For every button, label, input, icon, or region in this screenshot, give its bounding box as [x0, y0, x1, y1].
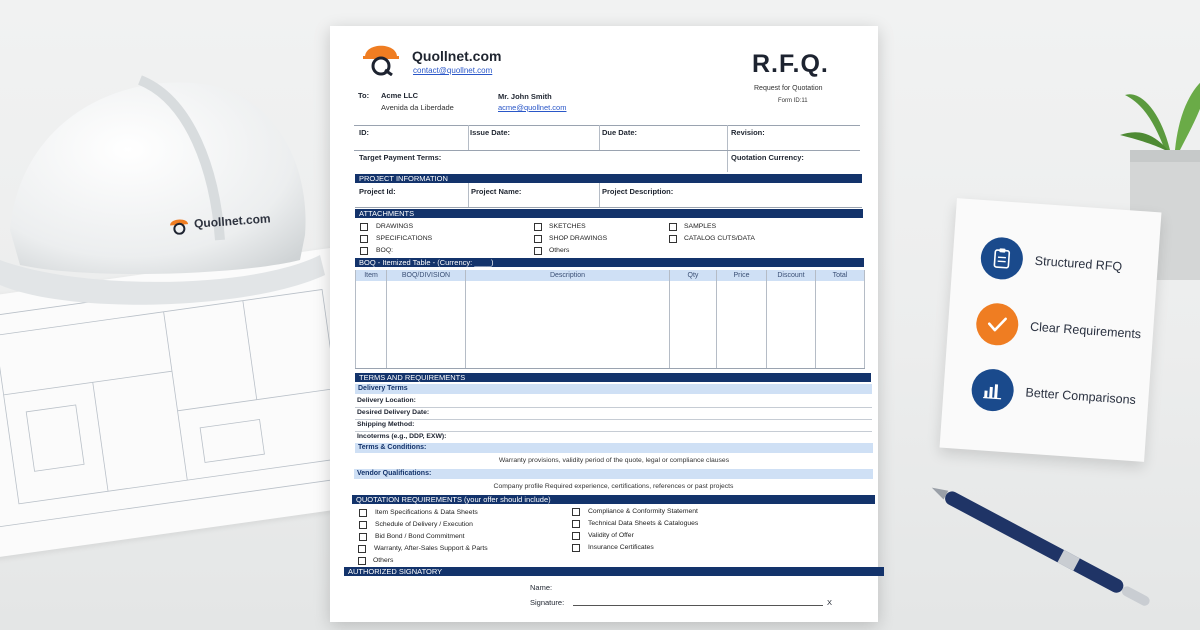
checkbox-label: Others [549, 247, 570, 254]
clipboard-icon [979, 236, 1025, 281]
feature-better-comparisons: Better Comparisons [970, 367, 1137, 421]
hard-hat-logo-text: Quollnet.com [193, 211, 272, 231]
signatory-name-label: Name: [530, 583, 553, 592]
checkbox-label: BOQ: [376, 247, 393, 254]
check-icon [974, 301, 1020, 347]
signatory-heading: AUTHORIZED SIGNATORY [344, 567, 884, 576]
checkbox-specifications[interactable] [360, 235, 368, 243]
form-id: Form ID:11 [778, 98, 808, 104]
delivery-location-label: Delivery Location: [357, 397, 416, 404]
checkbox-bid-bond[interactable] [359, 533, 367, 541]
signature-line[interactable] [573, 605, 823, 606]
checkbox-label: Compliance & Conformity Statement [588, 508, 698, 515]
checkbox-quotation-others[interactable] [358, 557, 366, 565]
brand-name: Quollnet.com [412, 48, 502, 64]
vendor-qualifications-text: Company profile Required experience, cer… [493, 483, 734, 490]
signature-x-mark: X [827, 598, 833, 607]
boq-col-item: Item [356, 270, 386, 281]
checkbox-label: CATALOG CUTS/DATA [684, 235, 755, 242]
signatory-signature-label: Signature: [530, 598, 565, 607]
contact-email-link[interactable]: acme@quollnet.com [498, 103, 566, 112]
attachments-heading: ATTACHMENTS [355, 209, 863, 218]
checkbox-boq[interactable] [360, 247, 368, 255]
checkbox-label: Warranty, After-Sales Support & Parts [374, 545, 488, 552]
rfq-subtitle: Request for Quotation [754, 85, 823, 92]
checkbox-label: SHOP DRAWINGS [549, 235, 608, 242]
boq-col-total: Total [816, 270, 864, 281]
boq-col-description: Description [466, 270, 669, 281]
field-target-payment: Target Payment Terms: [359, 153, 442, 162]
rfq-sheet: Quollnet.com contact@quollnet.com R.F.Q.… [330, 26, 884, 622]
checkbox-label: Others [373, 557, 394, 564]
checkbox-drawings[interactable] [360, 223, 368, 231]
feature-card: Structured RFQ Clear Requirements Better… [939, 198, 1162, 462]
checkbox-label: SKETCHES [549, 223, 586, 230]
checkbox-label: SAMPLES [684, 223, 717, 230]
checkbox-validity[interactable] [572, 532, 580, 540]
to-address: Avenida da Liberdade [381, 103, 454, 112]
checkbox-item-specs[interactable] [359, 509, 367, 517]
checkbox-samples[interactable] [669, 223, 677, 231]
field-project-description: Project Description: [602, 187, 674, 196]
bar-chart-icon [970, 367, 1016, 413]
quotation-requirements-heading: QUOTATION REQUIREMENTS (your offer shoul… [352, 495, 875, 504]
field-project-name: Project Name: [471, 187, 522, 196]
rfq-title: R.F.Q. [752, 50, 829, 78]
field-issue-date: Issue Date: [470, 128, 511, 137]
checkbox-label: Technical Data Sheets & Catalogues [588, 520, 699, 527]
boq-col-discount: Discount [767, 270, 815, 281]
project-info-heading: PROJECT INFORMATION [355, 174, 862, 183]
field-revision: Revision: [731, 128, 765, 137]
to-label: To: [358, 91, 370, 100]
boq-col-price: Price [717, 270, 766, 281]
contact-name: Mr. John Smith [498, 92, 552, 101]
quollnet-logo-icon [170, 219, 189, 235]
checkbox-technical-data[interactable] [572, 520, 580, 528]
checkbox-compliance[interactable] [572, 508, 580, 516]
checkbox-others[interactable] [534, 247, 542, 255]
boq-heading: BOQ - Itemized Table - (Currency: ____) [355, 258, 864, 267]
vendor-qualifications-bar: Vendor Qualifications: [354, 469, 873, 479]
boq-col-division: BOQ/DIVISION [387, 270, 465, 281]
checkbox-label: Item Specifications & Data Sheets [375, 509, 478, 516]
checkbox-label: Bid Bond / Bond Commitment [375, 533, 465, 540]
incoterms-label: Incoterms (e.g., DDP, EXW): [357, 433, 447, 440]
quollnet-logo-icon [363, 45, 399, 76]
checkbox-shop-drawings[interactable] [534, 235, 542, 243]
shipping-method-label: Shipping Method: [357, 421, 415, 428]
checkbox-label: SPECIFICATIONS [376, 235, 433, 242]
checkbox-sketches[interactable] [534, 223, 542, 231]
field-due-date: Due Date: [602, 128, 638, 137]
checkbox-insurance[interactable] [572, 544, 580, 552]
field-quotation-currency: Quotation Currency: [731, 153, 804, 162]
feature-label: Better Comparisons [1025, 385, 1137, 408]
checkbox-label: Validity of Offer [588, 532, 634, 539]
feature-label: Clear Requirements [1029, 319, 1142, 342]
terms-heading: TERMS AND REQUIREMENTS [355, 373, 871, 382]
desired-date-label: Desired Delivery Date: [357, 409, 430, 416]
feature-structured-rfq: Structured RFQ [979, 236, 1123, 288]
checkbox-schedule[interactable] [359, 521, 367, 529]
hard-hat [0, 75, 325, 305]
checkbox-catalog-cuts[interactable] [669, 235, 677, 243]
checkbox-label: Schedule of Delivery / Execution [375, 521, 473, 528]
checkbox-label: DRAWINGS [376, 223, 414, 230]
pen [931, 487, 1150, 606]
terms-conditions-text: Warranty provisions, validity period of … [498, 457, 730, 464]
feature-clear-requirements: Clear Requirements [974, 301, 1143, 355]
field-project-id: Project Id: [359, 187, 396, 196]
field-id: ID: [359, 128, 369, 137]
boq-col-qty: Qty [670, 270, 716, 281]
delivery-terms-bar: Delivery Terms [355, 384, 872, 394]
to-company: Acme LLC [381, 91, 419, 100]
brand-email-link[interactable]: contact@quollnet.com [413, 66, 492, 75]
checkbox-label: Insurance Certificates [588, 544, 654, 551]
checkbox-warranty[interactable] [358, 545, 366, 553]
feature-label: Structured RFQ [1034, 253, 1123, 274]
terms-conditions-bar: Terms & Conditions: [355, 443, 873, 453]
